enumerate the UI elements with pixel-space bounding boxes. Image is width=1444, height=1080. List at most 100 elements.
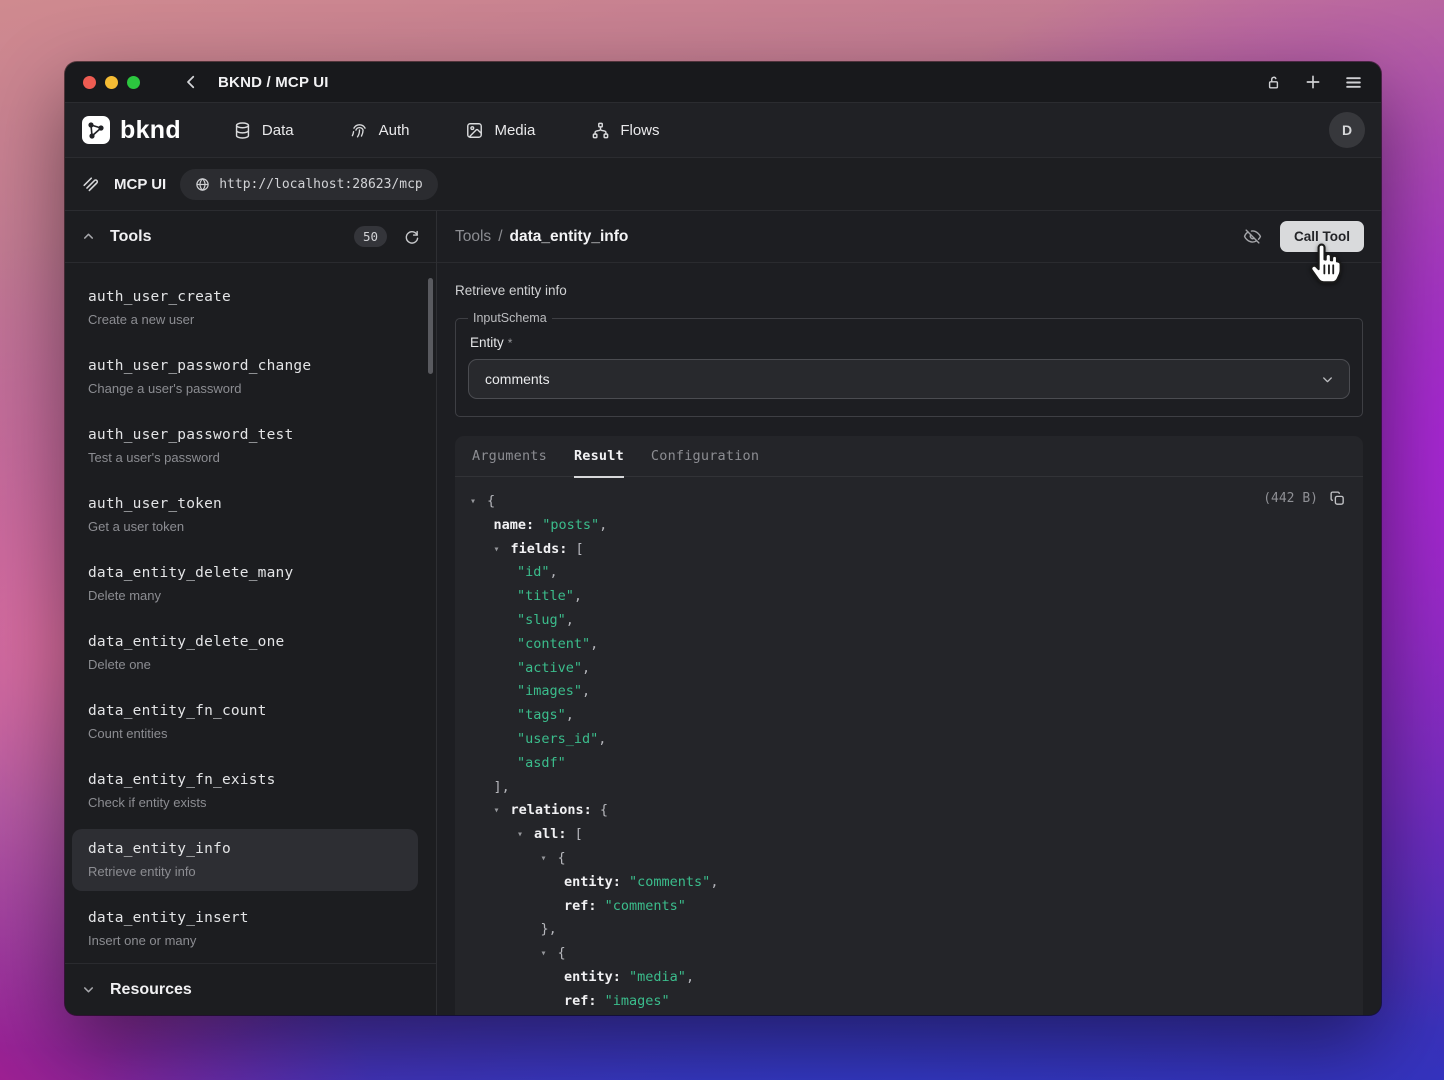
json-line: ▾fields: [ [470,538,1347,562]
refresh-icon[interactable] [403,228,420,245]
json-line: "images", [470,680,1347,704]
breadcrumb-section[interactable]: Tools [455,228,491,246]
nav-item-data[interactable]: Data [233,121,294,140]
bknd-logo-icon [81,115,111,145]
nav-item-media[interactable]: Media [465,121,535,140]
json-line: "users_id", [470,728,1347,752]
nav-items: Data Auth Media Flows [233,121,660,140]
lock-icon[interactable] [1265,74,1282,91]
json-line: "tags", [470,704,1347,728]
minimize-button[interactable] [105,76,118,89]
tab-result[interactable]: Result [574,436,624,477]
window-controls [83,76,140,89]
json-line: "title", [470,585,1347,609]
globe-icon [195,177,210,192]
tool-name: auth_user_create [88,287,402,307]
tool-description: Delete one [88,656,402,674]
desktop: { "titlebar": { "title": "BKND / MCP UI"… [0,0,1444,1080]
entity-select[interactable]: comments [468,359,1350,399]
json-line: entity: "media", [470,966,1347,990]
zoom-button[interactable] [127,76,140,89]
collapse-toggle-icon[interactable]: ▾ [541,942,558,966]
list-item-tool[interactable]: data_entity_fn_countCount entities [72,691,418,753]
fingerprint-icon [350,121,369,140]
list-item-tool[interactable]: auth_user_password_test Test a user's pas… [72,415,418,477]
tool-name: auth_user_password_test [88,425,402,445]
call-tool-button[interactable]: Call Tool [1280,221,1364,252]
json-line: ▾{ [470,490,1347,514]
sidebar-scrollbar[interactable] [428,278,433,374]
resources-section-header[interactable]: Resources [65,963,436,1015]
database-icon [233,121,252,140]
list-item-tool[interactable]: data_entity_delete_manyDelete many [72,553,418,615]
json-line: "content", [470,633,1347,657]
input-schema-legend: InputSchema [468,311,552,325]
list-item-tool[interactable]: data_entity_insertInsert one or many [72,898,418,960]
tool-name: data_entity_fn_exists [88,770,402,790]
list-item-tool[interactable]: auth_user_token Get a user token [72,484,418,546]
user-avatar[interactable]: D [1329,112,1365,148]
json-line: ▾relations: { [470,799,1347,823]
json-line: ▾all: [ [470,823,1347,847]
json-result-view: (442 B) ▾{name: "posts",▾fields: ["id","… [455,477,1363,1015]
collapse-toggle-icon[interactable]: ▾ [494,799,511,823]
list-item-tool[interactable]: auth_user_create Create a new user [72,277,418,339]
chevron-down-icon [81,982,96,997]
chevron-up-icon [81,229,96,244]
tool-name: auth_user_token [88,494,402,514]
brand-name: bknd [120,116,181,145]
json-line: ], [470,776,1347,800]
tab-arguments[interactable]: Arguments [472,436,547,477]
json-line: "id", [470,561,1347,585]
json-line: entity: "comments", [470,871,1347,895]
collapse-toggle-icon[interactable]: ▾ [541,847,558,871]
tool-description: Change a user's password [88,380,402,398]
nav-item-auth[interactable]: Auth [350,121,410,140]
mcp-ui-title: MCP UI [114,176,166,193]
tool-description: Create a new user [88,311,402,329]
titlebar: BKND / MCP UI [65,62,1381,103]
list-item-tool[interactable]: auth_user_password_changeChange a user's… [72,346,418,408]
back-icon[interactable] [182,73,200,91]
copy-icon[interactable] [1329,490,1346,507]
menu-icon[interactable] [1344,73,1363,92]
close-button[interactable] [83,76,96,89]
json-line: ▾{ [470,942,1347,966]
chevron-down-icon [1320,372,1335,387]
new-tab-icon[interactable] [1304,73,1322,91]
breadcrumb-separator: / [498,228,502,246]
tool-description: Get a user token [88,518,402,536]
list-item-tool[interactable]: data_entity_fn_existsCheck if entity exi… [72,760,418,822]
nav-item-flows[interactable]: Flows [591,121,659,140]
list-item-tool[interactable]: data_entity_delete_oneDelete one [72,622,418,684]
tool-description: Test a user's password [88,449,402,467]
collapse-toggle-icon[interactable]: ▾ [470,490,487,514]
workflow-icon [591,121,610,140]
json-tree[interactable]: ▾{name: "posts",▾fields: ["id","title","… [470,490,1347,1014]
nav-label: Auth [379,122,410,139]
mcp-url-pill[interactable]: http://localhost:28623/mcp [180,169,438,200]
entity-select-value: comments [485,371,550,387]
list-item-tool[interactable]: data_entity_infoRetrieve entity info [72,829,418,891]
json-line: ▾{ [470,847,1347,871]
json-line: "asdf" [470,752,1347,776]
tool-description: Insert one or many [88,932,402,950]
brand[interactable]: bknd [81,115,181,145]
tool-header: Tools / data_entity_info Call Tool [437,211,1381,263]
tools-section-header[interactable]: Tools 50 [65,211,436,263]
json-line: ref: "comments" [470,895,1347,919]
nav-label: Media [494,122,535,139]
breadcrumb-tool-name: data_entity_info [510,228,629,246]
required-mark: * [508,336,513,350]
json-line: name: "posts", [470,514,1347,538]
mcp-bar: MCP UI http://localhost:28623/mcp [65,158,1381,211]
tools-section-title: Tools [110,228,151,246]
mcp-url: http://localhost:28623/mcp [219,177,423,192]
collapse-toggle-icon[interactable]: ▾ [494,538,511,562]
json-line: ref: "images" [470,990,1347,1014]
result-size-label: (442 B) [1263,491,1318,506]
tab-configuration[interactable]: Configuration [651,436,759,477]
eye-off-icon[interactable] [1243,227,1262,246]
collapse-toggle-icon[interactable]: ▾ [517,823,534,847]
image-icon [465,121,484,140]
